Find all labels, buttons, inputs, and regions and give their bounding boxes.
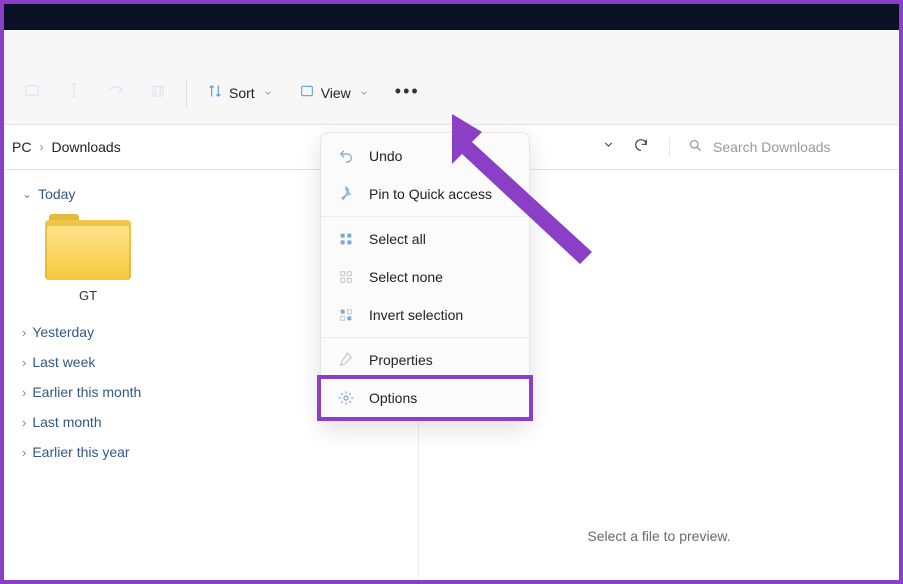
chevron-right-icon: ›: [39, 140, 43, 154]
breadcrumb-item[interactable]: Downloads: [51, 139, 120, 155]
menu-item-invert-selection[interactable]: Invert selection: [321, 296, 529, 334]
overflow-menu: Undo Pin to Quick access Select all Sele…: [320, 132, 530, 422]
menu-item-options[interactable]: Options: [321, 379, 529, 417]
properties-icon: [337, 351, 355, 369]
refresh-icon[interactable]: [633, 137, 649, 158]
title-bar: [4, 4, 899, 30]
breadcrumb-item[interactable]: PC: [12, 139, 31, 155]
sort-button[interactable]: Sort: [197, 77, 283, 108]
menu-label: Select all: [369, 231, 426, 247]
menu-label: Properties: [369, 352, 433, 368]
folder-label: GT: [79, 288, 97, 303]
sort-icon: [207, 83, 223, 102]
folder-icon: [45, 212, 131, 280]
menu-item-properties[interactable]: Properties: [321, 341, 529, 379]
delete-icon[interactable]: [140, 72, 176, 108]
view-label: View: [321, 85, 351, 101]
undo-icon: [337, 147, 355, 165]
more-options-button[interactable]: •••: [385, 75, 430, 108]
share-icon[interactable]: [98, 72, 134, 108]
chevron-down-icon[interactable]: [602, 138, 615, 156]
chevron-down-icon: [263, 85, 273, 101]
select-all-icon: [337, 230, 355, 248]
group-label: Today: [38, 186, 75, 202]
menu-label: Select none: [369, 269, 443, 285]
menu-item-select-all[interactable]: Select all: [321, 220, 529, 258]
chevron-down-icon: ⌄: [22, 187, 32, 201]
group-header-earlier-year[interactable]: Earlier this year: [22, 437, 400, 467]
annotation-highlight: Options: [317, 375, 533, 421]
search-icon: [688, 138, 703, 156]
menu-label: Pin to Quick access: [369, 186, 492, 202]
chevron-down-icon: [359, 85, 369, 101]
view-icon: [299, 83, 315, 102]
command-bar: Sort View •••: [4, 30, 899, 124]
search-input[interactable]: Search Downloads: [669, 138, 891, 156]
sort-label: Sort: [229, 85, 255, 101]
menu-label: Options: [369, 390, 417, 406]
invert-selection-icon: [337, 306, 355, 324]
preview-empty-text: Select a file to preview.: [587, 528, 730, 544]
menu-item-undo[interactable]: Undo: [321, 137, 529, 175]
view-button[interactable]: View: [289, 77, 379, 108]
search-placeholder: Search Downloads: [713, 139, 831, 155]
menu-separator: [321, 337, 529, 338]
options-icon: [337, 389, 355, 407]
rename-icon[interactable]: [56, 72, 92, 108]
folder-item[interactable]: GT: [38, 212, 138, 303]
pin-icon: [337, 185, 355, 203]
menu-item-pin[interactable]: Pin to Quick access: [321, 175, 529, 213]
select-none-icon: [337, 268, 355, 286]
menu-item-select-none[interactable]: Select none: [321, 258, 529, 296]
new-folder-icon[interactable]: [14, 72, 50, 108]
menu-label: Invert selection: [369, 307, 463, 323]
menu-label: Undo: [369, 148, 402, 164]
menu-separator: [321, 216, 529, 217]
separator: [186, 80, 187, 108]
